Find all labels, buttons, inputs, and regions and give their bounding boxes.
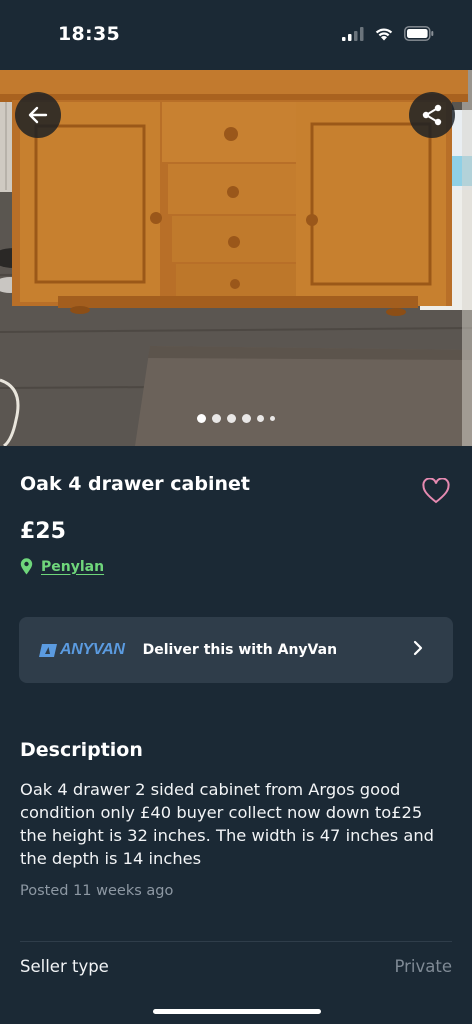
description-heading: Description [20,739,143,761]
battery-icon [404,26,434,41]
back-button[interactable] [15,92,61,138]
gallery-dot[interactable] [257,415,264,422]
status-bar: 18:35 [0,0,472,70]
gallery-dot[interactable] [242,414,251,423]
anyvan-delivery-card[interactable]: ANYVAN Deliver this with AnyVan [19,617,453,683]
favorite-heart-icon[interactable] [422,478,450,504]
gallery-page-indicator[interactable] [0,414,472,423]
posted-time: Posted 11 weeks ago [20,883,174,899]
anyvan-logo: ANYVAN [39,641,125,659]
seller-type-value: Private [394,957,452,976]
listing-price: £25 [20,519,66,544]
chevron-right-icon [413,640,423,656]
wifi-icon [375,28,393,41]
location-pin-icon [20,558,33,575]
anyvan-delivery-label: Deliver this with AnyVan [142,642,338,658]
arrow-left-icon [28,106,48,124]
listing-title: Oak 4 drawer cabinet [20,473,250,495]
anyvan-brand-text: ANYVAN [60,641,125,658]
location-link[interactable]: Penylan [41,559,104,575]
divider [20,941,452,942]
gallery-dot[interactable] [270,416,275,421]
share-button[interactable] [409,92,455,138]
anyvan-mark-icon [39,643,57,657]
gallery-dot[interactable] [212,414,221,423]
cabinet-photo [0,70,472,446]
listing-location[interactable]: Penylan [20,558,104,575]
home-indicator[interactable] [153,1009,321,1014]
seller-type-label: Seller type [20,957,109,976]
status-icons [342,26,434,41]
status-time: 18:35 [58,23,120,45]
gallery-dot[interactable] [227,414,236,423]
description-body: Oak 4 drawer 2 sided cabinet from Argos … [20,780,435,868]
share-icon [422,104,442,126]
listing-photo-gallery[interactable] [0,70,472,446]
cellular-signal-icon [342,26,364,41]
gallery-dot-active[interactable] [197,414,206,423]
